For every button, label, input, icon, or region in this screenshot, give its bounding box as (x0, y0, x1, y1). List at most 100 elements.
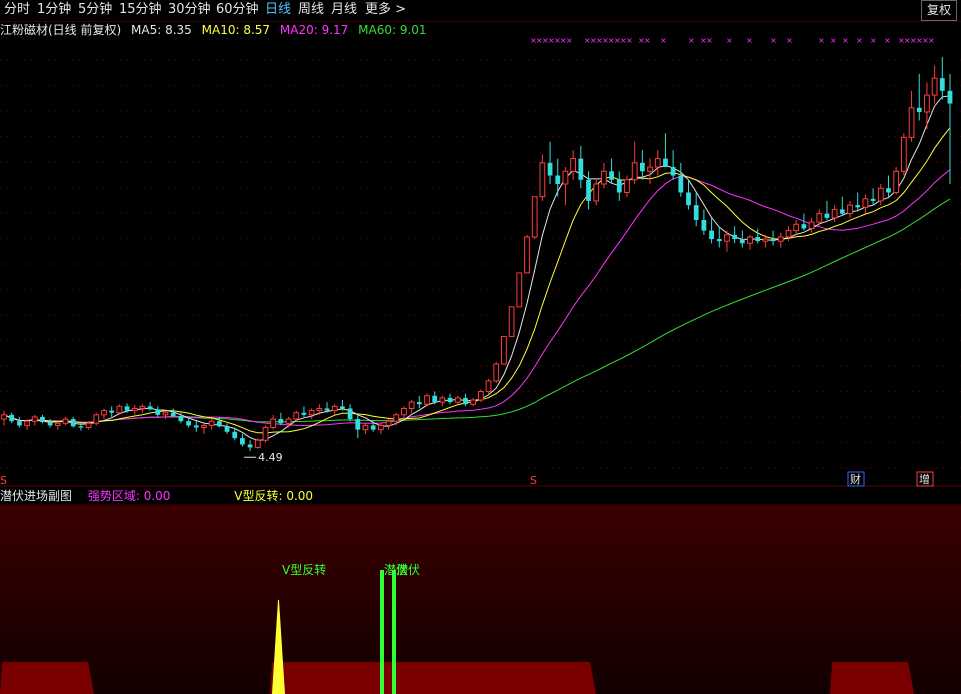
ma-legend: 江粉磁材(日线 前复权) MA5: 8.35 MA10: 8.57 MA20: … (0, 22, 433, 38)
candle-body (739, 239, 745, 244)
candle-body (877, 187, 884, 202)
candle-body (609, 171, 614, 180)
ma20-label: MA20: 9.17 (279, 23, 349, 37)
candle-body (908, 107, 915, 138)
signal-x-mark: × (770, 36, 777, 45)
candle-body (831, 208, 838, 219)
tab-period-1[interactable]: 1分钟 (37, 1, 71, 19)
signal-x-mark: × (856, 36, 863, 45)
candle-body (401, 407, 407, 416)
candle-body (816, 213, 823, 223)
candle-body (362, 424, 369, 431)
strong-zone-area (0, 662, 94, 694)
candle-body (755, 236, 761, 242)
candle-body (654, 158, 661, 168)
candle-body (770, 239, 776, 242)
candle-body (709, 230, 714, 240)
candle-body (24, 420, 30, 426)
candle-body (732, 234, 738, 240)
signal-x-mark: × (870, 36, 877, 45)
candle-body (393, 414, 400, 422)
candle-body (724, 234, 730, 242)
badge-cai: 财 (850, 472, 861, 486)
candle-body (85, 422, 92, 429)
signal-x-mark: × (830, 36, 837, 45)
tab-period-8[interactable]: 月线 (331, 1, 357, 19)
kline-chart[interactable]: × × × × × × × × × × × × × × × × × × × × × × × × × × × × × × × × × × × × ×4.4… (0, 0, 961, 694)
candle-body (663, 158, 668, 168)
candle-body (670, 167, 676, 176)
ma60-label: MA60: 9.01 (358, 23, 427, 37)
candle-body (93, 414, 100, 424)
signal-x-mark: × (706, 36, 713, 45)
candle-body (555, 175, 561, 184)
marker-s-1: S (0, 474, 7, 487)
candle-body (278, 419, 284, 424)
strong-zone-label: 强势区域: 0.00 (87, 489, 171, 503)
signal-x-mark: × (786, 36, 793, 45)
candle-body (377, 424, 384, 431)
candle-body (793, 223, 800, 232)
candle-body (701, 220, 707, 231)
tab-period-6[interactable]: 日线 (265, 1, 291, 19)
ma10-line (3, 127, 951, 434)
candle-body (155, 409, 161, 415)
candle-body (439, 397, 446, 403)
qianfu-bar-2 (392, 570, 396, 694)
signal-x-mark: × (884, 36, 891, 45)
signal-x-mark: × (726, 36, 733, 45)
candle-body (31, 416, 38, 422)
candle-body (847, 204, 853, 215)
tab-period-7[interactable]: 周线 (298, 1, 324, 19)
candle-body (139, 405, 146, 409)
candle-body (178, 416, 184, 422)
candle-body (762, 238, 769, 242)
candle-body (131, 407, 138, 412)
stock-title: 江粉磁材(日线 前复权) (0, 23, 122, 37)
candle-body (70, 419, 76, 427)
candle-body (370, 425, 376, 430)
candle-body (447, 397, 453, 403)
candle-body (385, 420, 392, 426)
candle-body (639, 162, 645, 172)
signal-x-mark: × (644, 36, 651, 45)
candle-body (16, 421, 22, 426)
candle-body (855, 205, 861, 208)
candle-body (62, 418, 69, 424)
candle-body (593, 183, 600, 202)
candle-body (601, 170, 607, 185)
candle-body (262, 427, 269, 441)
strong-zone-area (830, 662, 914, 694)
candle-body (324, 408, 330, 411)
candle-body (124, 406, 130, 411)
tab-period-0[interactable]: 分时 (4, 1, 30, 19)
candle-body (747, 236, 753, 244)
tab-period-4[interactable]: 30分钟 (168, 1, 211, 19)
ma5-label: MA5: 8.35 (131, 23, 192, 37)
fuquan-button[interactable]: 复权 (921, 0, 957, 21)
candle-body (808, 221, 815, 229)
ma60-line (3, 198, 951, 423)
candle-body (408, 401, 415, 409)
low-price-label: 4.49 (258, 451, 283, 464)
candle-body (716, 239, 722, 242)
candle-body (424, 395, 430, 405)
candle-body (839, 209, 845, 214)
tab-period-3[interactable]: 15分钟 (119, 1, 162, 19)
candle-body (824, 213, 830, 218)
candle-body (493, 363, 500, 382)
candle-body (578, 158, 584, 180)
period-toolbar: 分时 1分钟 5分钟 15分钟 30分钟 60分钟 日线 周线 月线 更多 > (0, 0, 961, 22)
candle-body (485, 380, 492, 393)
sub-panel-legend: 潜伏进场副图 强势区域: 0.00 V型反转: 0.00 (0, 488, 321, 504)
candle-body (562, 170, 569, 185)
signal-x-mark: × (928, 36, 935, 45)
candle-body (924, 94, 930, 113)
tab-period-5[interactable]: 60分钟 (216, 1, 259, 19)
ma20-line (3, 169, 951, 427)
candle-body (893, 170, 900, 193)
tab-period-9[interactable]: 更多 > (365, 1, 406, 19)
tab-period-2[interactable]: 5分钟 (78, 1, 112, 19)
candle-body (900, 136, 907, 172)
candle-body (224, 426, 230, 432)
